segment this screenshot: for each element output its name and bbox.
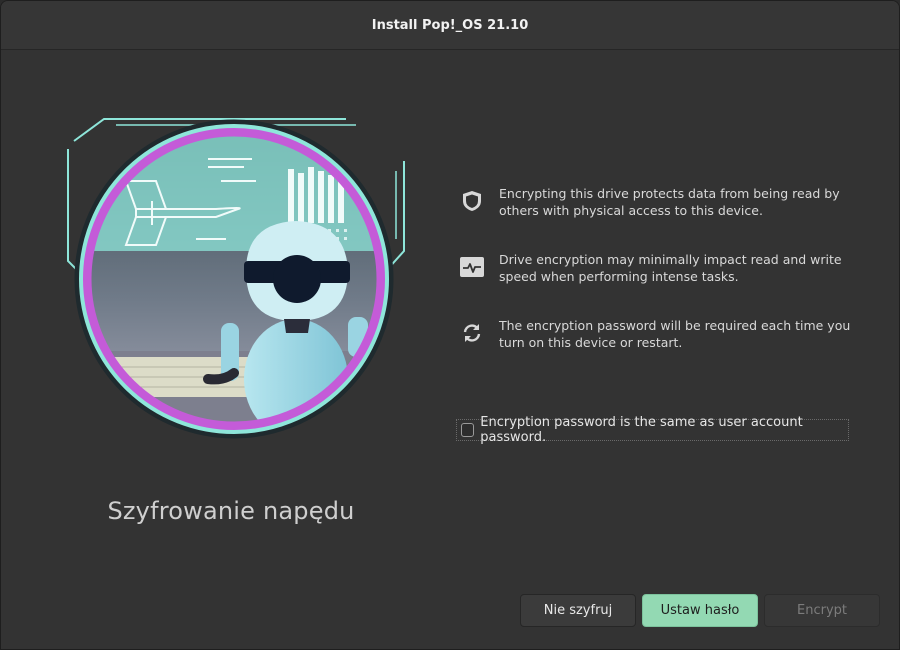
shield-icon bbox=[456, 185, 488, 217]
info-text-performance: Drive encryption may minimally impact re… bbox=[499, 252, 842, 284]
info-item-performance: Drive encryption may minimally impact re… bbox=[456, 251, 856, 285]
title-bar: Install Pop!_OS 21.10 bbox=[1, 1, 899, 50]
checkbox-box[interactable] bbox=[461, 423, 475, 437]
encryption-illustration bbox=[56, 111, 416, 451]
same-password-label: Encryption password is the same as user … bbox=[480, 415, 803, 445]
info-item-protection: Encrypting this drive protects data from… bbox=[456, 185, 856, 219]
info-item-password: The encryption password will be required… bbox=[456, 317, 856, 351]
no-encrypt-button[interactable]: Nie szyfruj bbox=[520, 594, 636, 627]
robot-illustration bbox=[67, 118, 405, 439]
same-password-checkbox[interactable]: Encryption password is the same as user … bbox=[456, 415, 849, 445]
refresh-icon bbox=[456, 317, 488, 349]
encrypt-button[interactable]: Encrypt bbox=[764, 594, 880, 627]
set-password-button[interactable]: Ustaw hasło bbox=[642, 594, 758, 627]
activity-monitor-icon bbox=[456, 251, 488, 283]
installer-window: Install Pop!_OS 21.10 Szyfrowanie napędu… bbox=[0, 0, 900, 650]
info-text-password: The encryption password will be required… bbox=[499, 318, 851, 350]
info-text-protection: Encrypting this drive protects data from… bbox=[499, 186, 840, 218]
window-title: Install Pop!_OS 21.10 bbox=[371, 17, 529, 33]
page-heading: Szyfrowanie napędu bbox=[107, 497, 355, 525]
